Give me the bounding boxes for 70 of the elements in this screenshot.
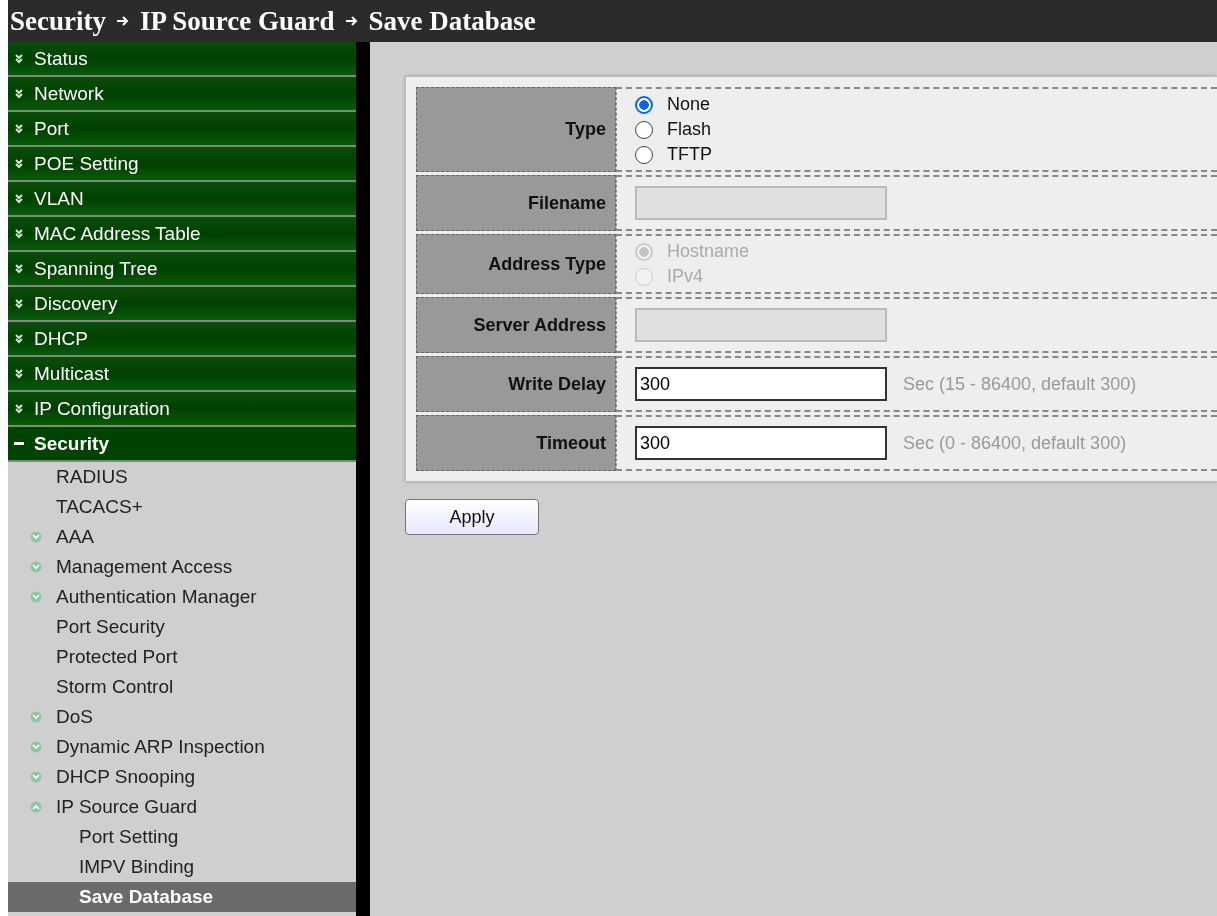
chevron-down-icon — [14, 88, 24, 99]
apply-button[interactable]: Apply — [405, 499, 539, 535]
menu-item[interactable]: Spanning Tree — [8, 252, 356, 287]
radio-label: None — [667, 94, 711, 115]
submenu-item[interactable]: Storm Control — [8, 672, 356, 702]
radio-button[interactable] — [635, 145, 653, 164]
submenu-item[interactable]: Dynamic ARP Inspection — [8, 732, 356, 762]
menu-item[interactable]: Multicast — [8, 357, 356, 392]
input-field[interactable]: 300 — [635, 367, 887, 401]
menu-item[interactable]: DHCP — [8, 322, 356, 357]
menu-item[interactable]: Port — [8, 112, 356, 147]
field-label: Type — [416, 87, 616, 172]
hint-text: Sec (0 - 86400, default 300) — [903, 432, 1127, 454]
breadcrumb-item: Security — [10, 5, 106, 37]
chevron-down-icon — [14, 263, 24, 274]
menu-item[interactable]: VLAN — [8, 182, 356, 217]
submenu-item[interactable]: TACACS+ — [8, 492, 356, 522]
radio-button[interactable] — [635, 120, 653, 139]
radio-label: IPv4 — [667, 266, 704, 287]
submenu-item[interactable]: IMPV Binding — [8, 852, 356, 882]
chevron-down-icon — [14, 158, 24, 169]
chevron-up-icon — [30, 801, 42, 813]
arrow-icon — [116, 15, 130, 27]
radio-label: TFTP — [667, 144, 712, 165]
breadcrumb-item: IP Source Guard — [140, 5, 335, 37]
menu-item[interactable]: Status — [8, 42, 356, 77]
submenu-item[interactable]: DoS — [8, 702, 356, 732]
submenu-item[interactable]: IP Source Guard — [8, 792, 356, 822]
chevron-down-icon — [14, 368, 24, 379]
field-label: Server Address — [416, 297, 616, 353]
menu-item[interactable]: POE Setting — [8, 147, 356, 182]
field-label: Write Delay — [416, 356, 616, 412]
chevron-down-icon — [14, 228, 24, 239]
chevron-down-icon — [30, 561, 42, 573]
input-field[interactable]: 300 — [635, 426, 887, 460]
chevron-down-icon — [30, 591, 42, 603]
field-label: Timeout — [416, 415, 616, 471]
chevron-down-icon — [30, 531, 42, 543]
chevron-down-icon — [14, 123, 24, 134]
menu-item[interactable]: Discovery — [8, 287, 356, 322]
submenu-item[interactable]: Protected Port — [8, 642, 356, 672]
submenu-item[interactable]: RADIUS — [8, 462, 356, 492]
chevron-down-icon — [30, 711, 42, 723]
submenu-item[interactable]: Port Security — [8, 612, 356, 642]
breadcrumb-item: Save Database — [368, 5, 536, 37]
submenu-item[interactable]: Authentication Manager — [8, 582, 356, 612]
minus-icon — [14, 441, 24, 446]
submenu-item[interactable]: DHCP Snooping — [8, 762, 356, 792]
radio-button[interactable] — [635, 95, 653, 114]
menu-item[interactable]: Security — [8, 427, 356, 462]
submenu-item[interactable]: AAA — [8, 522, 356, 552]
arrow-icon — [344, 15, 359, 27]
menu-item[interactable]: IP Configuration — [8, 392, 356, 427]
chevron-down-icon — [14, 403, 24, 414]
radio-label: Flash — [667, 119, 711, 140]
submenu-item[interactable]: Port Setting — [8, 822, 356, 852]
field-label: Address Type — [416, 234, 616, 294]
menu-item[interactable]: Network — [8, 77, 356, 112]
submenu-item[interactable]: Save Database — [8, 882, 356, 912]
field-label: Filename — [416, 175, 616, 231]
radio-label: Hostname — [667, 241, 750, 262]
chevron-down-icon — [30, 741, 42, 753]
chevron-down-icon — [30, 771, 42, 783]
menu-item[interactable]: MAC Address Table — [8, 217, 356, 252]
submenu-item[interactable]: Management Access — [8, 552, 356, 582]
chevron-down-icon — [14, 53, 24, 64]
hint-text: Sec (15 - 86400, default 300) — [903, 373, 1137, 395]
chevron-down-icon — [14, 298, 24, 309]
chevron-down-icon — [14, 193, 24, 204]
chevron-down-icon — [14, 333, 24, 344]
